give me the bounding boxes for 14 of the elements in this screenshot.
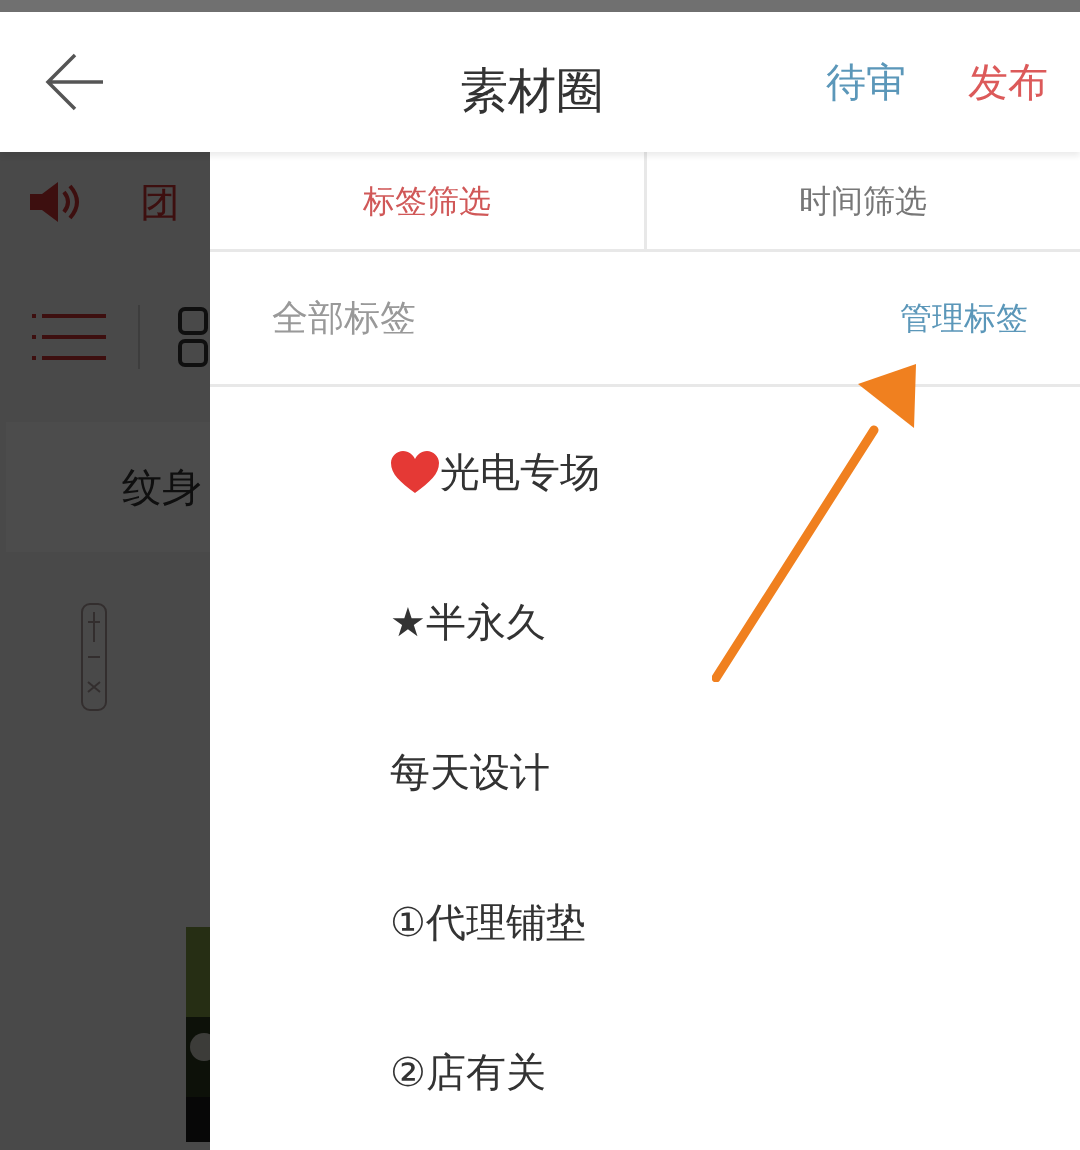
dim-overlay[interactable] <box>0 152 210 1150</box>
section-title: 全部标签 <box>272 296 416 340</box>
page-title: 素材圈 <box>460 61 604 120</box>
notice-text: 团 <box>140 178 180 227</box>
filter-tab[interactable]: 时间筛选 <box>643 152 1080 249</box>
tag-item[interactable]: 光电专场 <box>440 442 600 502</box>
tag-item[interactable]: 每天设计 <box>390 742 550 802</box>
back-button[interactable] <box>44 52 104 112</box>
heart-icon <box>390 450 440 494</box>
tag-item[interactable]: ①代理铺垫 <box>390 892 586 952</box>
filter-tab[interactable]: 标签筛选 <box>210 152 644 249</box>
tag-item[interactable]: ★半永久 <box>390 592 546 652</box>
publish-button[interactable]: 发布 <box>968 52 1048 112</box>
tag-item[interactable]: ②店有关 <box>390 1042 546 1102</box>
